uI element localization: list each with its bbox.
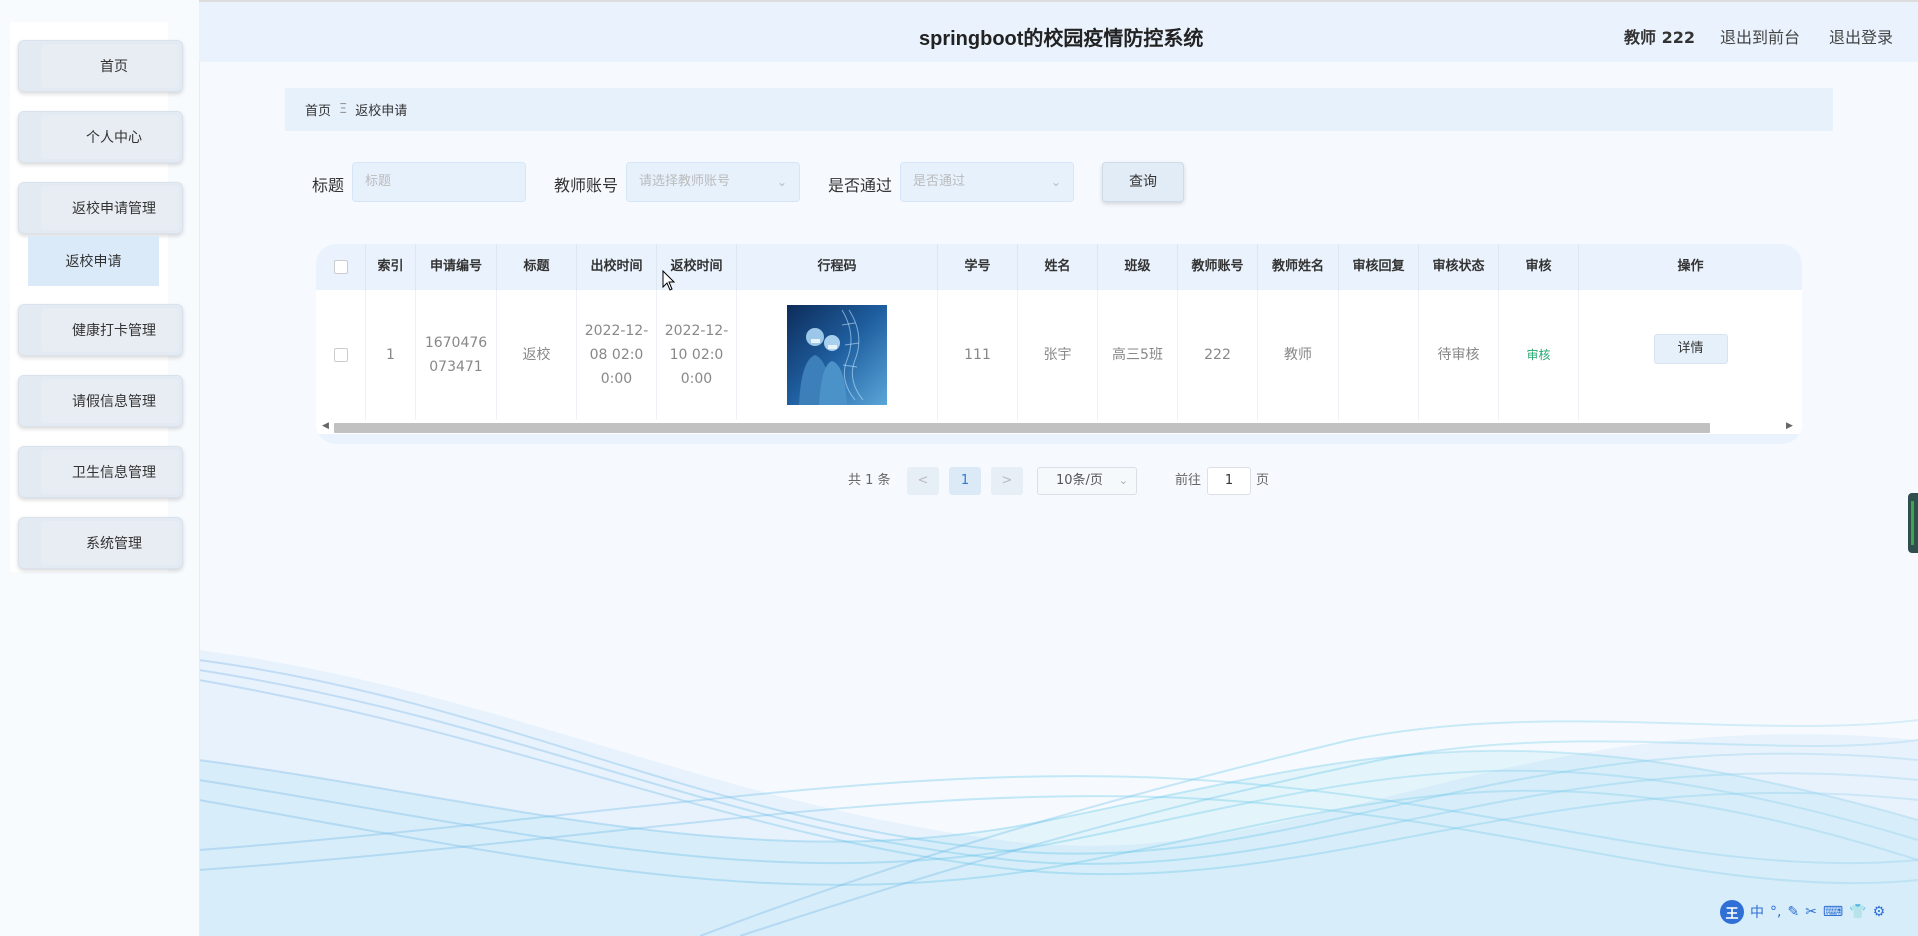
sidebar-subitem-return-apply[interactable]: 返校申请 [28,236,159,286]
ime-language-toggle[interactable]: 中 [1750,902,1764,922]
sidebar-item-label: 健康打卡管理 [72,323,156,339]
goto-page-input[interactable]: 1 [1207,467,1251,495]
breadcrumb-separator-icon: Ξ [339,102,348,117]
breadcrumb-current: 返校申请 [355,104,408,119]
ime-screenshot-icon[interactable]: ✂ [1805,904,1817,920]
column-header: 索引 [366,244,416,290]
cell-title: 返校 [497,290,577,420]
search-form: 标题 标题 教师账号 请选择教师账号 ⌄ 是否通过 是否通过 ⌄ 查询 [0,160,1918,206]
sidebar-item-label: 个人中心 [86,130,142,146]
pagination-total: 共 1 条 [848,473,891,488]
next-page-button[interactable]: > [991,467,1023,495]
column-header: 学号 [938,244,1018,290]
cell-return-time: 2022-12-10 02:00:00 [657,290,737,420]
back-to-front-link[interactable]: 退出到前台 [1720,24,1800,48]
table-header-row: 索引 申请编号 标题 出校时间 返校时间 行程码 学号 姓名 班级 教师账号 教… [316,244,1802,290]
logout-link[interactable]: 退出登录 [1829,24,1893,48]
query-button[interactable]: 查询 [1102,162,1184,202]
breadcrumb-home[interactable]: 首页 [305,100,331,119]
cell-teacher-name: 教师 [1258,290,1339,420]
cell-class: 高三5班 [1098,290,1178,420]
cell-trip-code [737,290,938,420]
data-table: 索引 申请编号 标题 出校时间 返校时间 行程码 学号 姓名 班级 教师账号 教… [316,244,1802,444]
page-size-select[interactable]: 10条/页 ⌄ [1037,467,1137,495]
page-size-value: 10条/页 [1056,473,1103,488]
sidebar-item-leave[interactable]: 请假信息管理 [18,375,183,427]
scrollbar-thumb[interactable] [334,423,1710,433]
chevron-down-icon: ⌄ [1050,175,1061,189]
table-row: 1 1670476073471 返校 2022-12-08 02:00:00 2… [316,290,1802,420]
breadcrumb: 首页 Ξ 返校申请 [285,88,1833,131]
sidebar-subitem-label: 返校申请 [65,254,122,270]
title-search-input[interactable]: 标题 [352,162,526,202]
cell-actions: 详情 [1579,290,1802,420]
cell-out-time: 2022-12-08 02:00:00 [577,290,657,420]
page-number-button[interactable]: 1 [949,467,981,495]
cell-status: 待审核 [1419,290,1499,420]
sidebar-item-health-checkin[interactable]: 健康打卡管理 [18,304,183,356]
teacher-account-select[interactable]: 请选择教师账号 ⌄ [626,162,800,202]
sidebar-item-home[interactable]: 首页 [18,40,183,92]
horizontal-scrollbar[interactable]: ◀ ▶ [316,420,1802,434]
row-select-cell [316,290,366,420]
cell-apply-no: 1670476073471 [416,290,497,420]
sidebar-item-label: 系统管理 [86,536,142,552]
ime-punctuation-icon[interactable]: °, [1770,904,1781,920]
ime-toolbar: 王 中 °, ✎ ✂ ⌨ 👕 ⚙ [1720,898,1918,926]
ime-skin-icon[interactable]: 👕 [1849,904,1866,920]
scroll-left-icon[interactable]: ◀ [322,421,329,431]
chevron-down-icon: ⌄ [776,175,787,189]
cell-audit: 审核 [1499,290,1579,420]
pass-status-placeholder: 是否通过 [913,174,966,189]
cell-reply [1339,290,1419,420]
side-widget-tab[interactable] [1908,493,1918,553]
column-header: 申请编号 [416,244,497,290]
ime-logo-icon[interactable]: 王 [1720,900,1744,924]
pass-status-select[interactable]: 是否通过 ⌄ [900,162,1074,202]
sidebar-item-label: 请假信息管理 [72,394,156,410]
title-filter-label: 标题 [312,176,345,195]
trip-code-image[interactable] [787,305,887,405]
sidebar-item-system[interactable]: 系统管理 [18,517,183,569]
goto-suffix: 页 [1256,473,1270,488]
teacher-account-placeholder: 请选择教师账号 [639,174,731,189]
scroll-right-icon[interactable]: ▶ [1786,421,1793,431]
detail-button[interactable]: 详情 [1653,334,1728,364]
app-title: springboot的校园疫情防控系统 [919,28,1204,50]
column-header: 姓名 [1018,244,1098,290]
audit-link[interactable]: 审核 [1526,343,1550,367]
title-search-placeholder: 标题 [365,174,392,189]
column-header: 标题 [497,244,577,290]
column-header: 出校时间 [577,244,657,290]
cell-name: 张宇 [1018,290,1098,420]
select-all-cell [316,244,366,290]
goto-prefix: 前往 [1175,473,1202,488]
column-header: 教师账号 [1178,244,1258,290]
ime-settings-icon[interactable]: ⚙ [1873,904,1886,920]
chevron-down-icon: ⌄ [1118,474,1128,487]
mouse-cursor-icon [662,270,676,291]
column-header: 审核回复 [1339,244,1419,290]
select-all-checkbox[interactable] [333,259,348,274]
ime-keyboard-icon[interactable]: ⌨ [1823,904,1843,920]
pass-filter-label: 是否通过 [828,176,893,195]
row-checkbox[interactable] [333,348,348,362]
sidebar-item-label: 首页 [100,59,128,75]
top-header: springboot的校园疫情防控系统 教师 222 退出到前台 退出登录 [199,0,1918,62]
column-header: 班级 [1098,244,1178,290]
prev-page-button[interactable]: < [907,467,939,495]
cell-teacher-account: 222 [1178,290,1258,420]
column-header: 审核 [1499,244,1579,290]
column-header: 行程码 [737,244,938,290]
sidebar-item-profile[interactable]: 个人中心 [18,111,183,163]
column-header: 教师姓名 [1258,244,1339,290]
teacher-account-filter-label: 教师账号 [554,176,619,195]
column-header: 审核状态 [1419,244,1499,290]
cell-student-no: 111 [938,290,1018,420]
column-header: 操作 [1677,259,1704,274]
current-user: 教师 222 [1624,28,1695,47]
ime-handwriting-icon[interactable]: ✎ [1787,904,1799,920]
cell-index: 1 [366,290,416,420]
pagination: 共 1 条 < 1 > 10条/页 ⌄ 前往 1 页 [0,467,1918,495]
